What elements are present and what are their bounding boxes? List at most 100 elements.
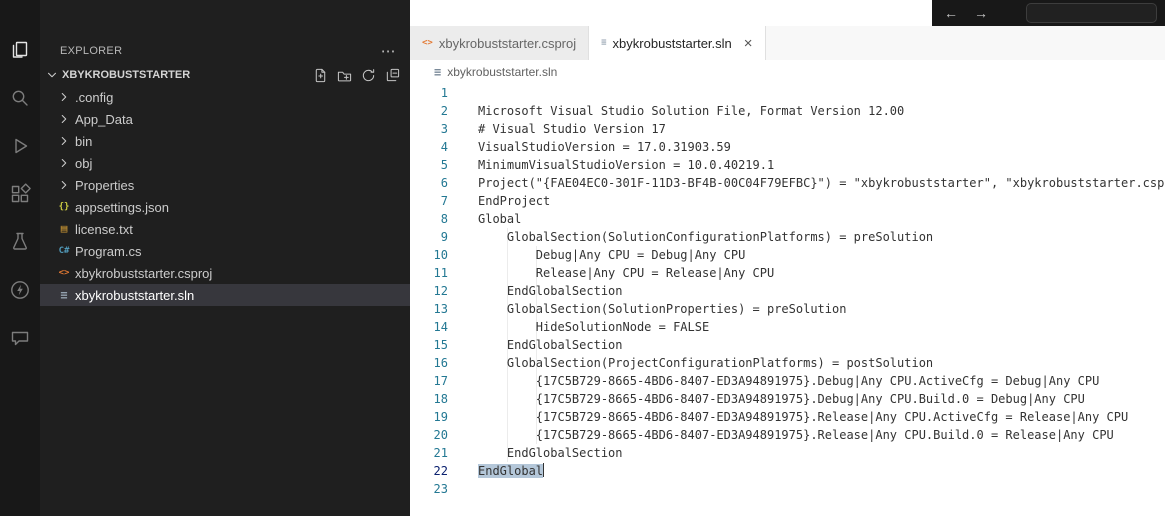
code-line[interactable]: 4 VisualStudioVersion = 17.0.31903.59 [410,138,1165,156]
tree-item-appsettings.json[interactable]: {} appsettings.json [40,196,410,218]
code-line[interactable]: 2 Microsoft Visual Studio Solution File,… [410,102,1165,120]
tab-xbykrobuststarter.sln[interactable]: ≡ xbykrobuststarter.sln × [589,26,765,60]
run-debug-icon [8,134,32,158]
tree-item-Program.cs[interactable]: C# Program.cs [40,240,410,262]
line-text: Global [478,210,521,228]
editor-group: ← → <> xbykrobuststarter.csproj ≡ xbykro… [410,0,1165,516]
line-number: 3 [410,120,478,138]
tree-item-bin[interactable]: bin [40,130,410,152]
code-line[interactable]: 1 [410,84,1165,102]
activity-item-extensions[interactable] [6,180,34,208]
code-line[interactable]: 22 EndGlobal [410,462,1165,480]
line-text: {17C5B729-8665-4BD6-8407-ED3A94891975}.R… [478,426,1114,444]
new-folder-icon[interactable] [334,65,354,85]
activity-item-power[interactable] [6,276,34,304]
tree-item-.config[interactable]: .config [40,86,410,108]
code-line[interactable]: 7 EndProject [410,192,1165,210]
code-line[interactable]: 17 {17C5B729-8665-4BD6-8407-ED3A94891975… [410,372,1165,390]
code-line[interactable]: 12 EndGlobalSection [410,282,1165,300]
tree-item-label: appsettings.json [75,200,169,215]
more-actions-icon[interactable]: ⋯ [381,44,396,59]
tree-item-label: Properties [75,178,134,193]
line-text: GlobalSection(SolutionConfigurationPlatf… [478,228,933,246]
code-line[interactable]: 16 GlobalSection(ProjectConfigurationPla… [410,354,1165,372]
activity-item-explorer[interactable] [6,36,34,64]
line-text: {17C5B729-8665-4BD6-8407-ED3A94891975}.R… [478,408,1128,426]
title-bar-controls: ← → [932,0,1165,26]
code-line[interactable]: 6 Project("{FAE04EC0-301F-11D3-BF4B-00C0… [410,174,1165,192]
line-number: 2 [410,102,478,120]
activity-item-testing[interactable] [6,228,34,256]
line-number: 22 [410,462,478,480]
code-line[interactable]: 15 EndGlobalSection [410,336,1165,354]
line-number: 16 [410,354,478,372]
root-folder-name: XBYKROBUSTSTARTER [62,69,190,81]
chevron-right-icon [56,133,72,149]
line-number: 9 [410,228,478,246]
code-line[interactable]: 14 HideSolutionNode = FALSE [410,318,1165,336]
tab-label: xbykrobuststarter.csproj [439,36,576,51]
section-actions [310,65,402,85]
line-text: {17C5B729-8665-4BD6-8407-ED3A94891975}.D… [478,372,1099,390]
code-line[interactable]: 9 GlobalSection(SolutionConfigurationPla… [410,228,1165,246]
sidebar-title-spacer [40,0,410,38]
chevron-right-icon [56,111,72,127]
code-line[interactable]: 10 Debug|Any CPU = Debug|Any CPU [410,246,1165,264]
tree-item-obj[interactable]: obj [40,152,410,174]
close-icon[interactable]: × [744,36,753,51]
forward-arrow-icon[interactable]: → [974,6,988,20]
code-line[interactable]: 20 {17C5B729-8665-4BD6-8407-ED3A94891975… [410,426,1165,444]
line-number: 4 [410,138,478,156]
code-line[interactable]: 3 # Visual Studio Version 17 [410,120,1165,138]
title-bar-empty [410,0,932,26]
tree-item-App_Data[interactable]: App_Data [40,108,410,130]
activity-item-run-debug[interactable] [6,132,34,160]
line-number: 13 [410,300,478,318]
tab-bar: <> xbykrobuststarter.csproj ≡ xbykrobust… [410,26,1165,60]
csproj-icon: <> [422,38,433,48]
tree-item-Properties[interactable]: Properties [40,174,410,196]
new-file-icon[interactable] [310,65,330,85]
tree-item-license.txt[interactable]: ▤ license.txt [40,218,410,240]
search-icon [8,86,32,110]
tree-item-label: .config [75,90,113,105]
activity-bar [0,0,40,516]
activity-item-chat[interactable] [6,324,34,352]
code-line[interactable]: 8 Global [410,210,1165,228]
json-icon: {} [56,199,72,215]
refresh-icon[interactable] [358,65,378,85]
code-line[interactable]: 21 EndGlobalSection [410,444,1165,462]
line-text: VisualStudioVersion = 17.0.31903.59 [478,138,731,156]
csproj-icon: <> [56,265,72,281]
beaker-icon [8,230,32,254]
line-number: 6 [410,174,478,192]
tree-item-label: obj [75,156,92,171]
tree-item-xbykrobuststarter.csproj[interactable]: <> xbykrobuststarter.csproj [40,262,410,284]
license-icon: ▤ [56,221,72,237]
chevron-down-icon [44,67,60,83]
line-text: HideSolutionNode = FALSE [478,318,709,336]
tree-item-label: xbykrobuststarter.csproj [75,266,212,281]
back-arrow-icon[interactable]: ← [944,6,958,20]
line-number: 8 [410,210,478,228]
command-center-box[interactable] [1026,3,1157,23]
code-line[interactable]: 19 {17C5B729-8665-4BD6-8407-ED3A94891975… [410,408,1165,426]
code-line[interactable]: 11 Release|Any CPU = Release|Any CPU [410,264,1165,282]
title-bar: ← → [410,0,1165,26]
breadcrumb-file-name: xbykrobuststarter.sln [447,65,557,79]
code-line[interactable]: 5 MinimumVisualStudioVersion = 10.0.4021… [410,156,1165,174]
tree-item-label: Program.cs [75,244,141,259]
code-line[interactable]: 23 [410,480,1165,498]
code-area: 1 2 Microsoft Visual Studio Solution Fil… [410,84,1165,516]
tab-xbykrobuststarter.csproj[interactable]: <> xbykrobuststarter.csproj [410,26,589,60]
collapse-all-icon[interactable] [382,65,402,85]
tree-item-xbykrobuststarter.sln[interactable]: ≡ xbykrobuststarter.sln [40,284,410,306]
activity-item-search[interactable] [6,84,34,112]
line-number: 7 [410,192,478,210]
line-text: GlobalSection(SolutionProperties) = preS… [478,300,846,318]
code-line[interactable]: 18 {17C5B729-8665-4BD6-8407-ED3A94891975… [410,390,1165,408]
code-line[interactable]: 13 GlobalSection(SolutionProperties) = p… [410,300,1165,318]
explorer-section-header[interactable]: XBYKROBUSTSTARTER [40,64,410,86]
breadcrumb[interactable]: ≡ xbykrobuststarter.sln [410,60,1165,84]
line-text: EndGlobalSection [478,336,623,354]
